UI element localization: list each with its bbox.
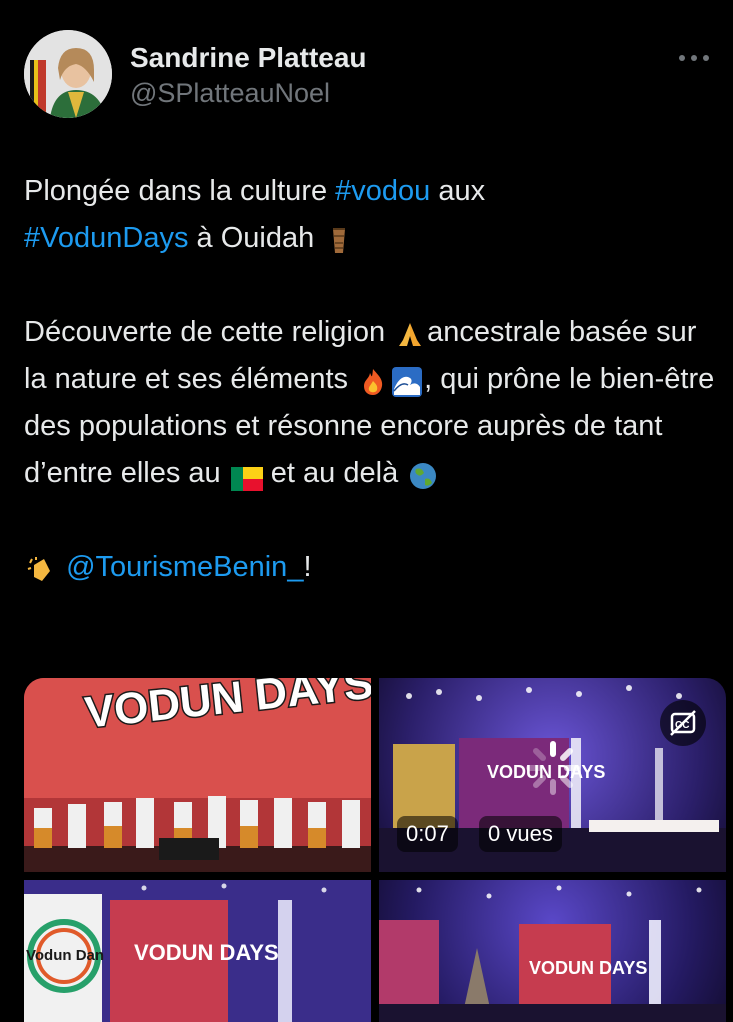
globe-emoji-icon [408, 459, 438, 490]
user-handle[interactable]: @SPlatteauNoel [130, 76, 367, 110]
tile3-left-text: Vodun Dan [26, 947, 104, 964]
tweet-text-segment: à Ouidah [188, 222, 323, 254]
hashtag-vodundays[interactable]: #VodunDays [24, 222, 188, 254]
clapping-hands-emoji-icon [26, 553, 56, 583]
praying-hands-emoji-icon [395, 318, 425, 348]
video-view-count: 0 vues [479, 816, 562, 852]
tweet-text: Plongée dans la culture #vodou aux #Vodu… [24, 168, 724, 591]
tweet-header: Sandrine Platteau @SPlatteauNoel [24, 30, 714, 120]
benin-flag-emoji-icon [230, 459, 263, 492]
mention-tourismebenin[interactable]: @TourismeBenin_ [66, 551, 303, 583]
tweet-text-segment: et au delà [262, 457, 407, 489]
photo-tile-4[interactable]: VODUN DAYS [379, 880, 726, 1022]
tweet-text-segment: aux [430, 175, 486, 207]
drum-emoji-icon [324, 224, 354, 254]
tweet-text-segment: ! [303, 551, 312, 583]
captions-off-button[interactable]: CC [660, 700, 706, 746]
tile4-title: VODUN DAYS [529, 958, 647, 978]
avatar[interactable] [24, 30, 112, 118]
display-name[interactable]: Sandrine Platteau [130, 42, 367, 74]
hashtag-vodou[interactable]: #vodou [335, 175, 430, 207]
wave-emoji-icon [392, 365, 423, 398]
tile3-title: VODUN DAYS [134, 940, 279, 965]
photo-tile-3[interactable]: Vodun Dan VODUN DAYS [24, 880, 371, 1022]
fire-emoji-icon [358, 365, 388, 396]
photo-tile-1[interactable]: VODUN DAYS [24, 678, 371, 872]
more-dots-icon[interactable] [674, 48, 714, 68]
media-grid: VODUN DAYS VODUN DAYS 0:07 0 vues Vodun … [24, 678, 726, 1022]
tweet-text-segment: Découverte de cette religion [24, 316, 394, 348]
video-tile[interactable]: VODUN DAYS CC [379, 678, 726, 872]
loading-spinner-icon [525, 740, 581, 796]
video-timestamp: 0:07 [397, 816, 458, 852]
tweet-text-segment: Plongée dans la culture [24, 175, 336, 207]
